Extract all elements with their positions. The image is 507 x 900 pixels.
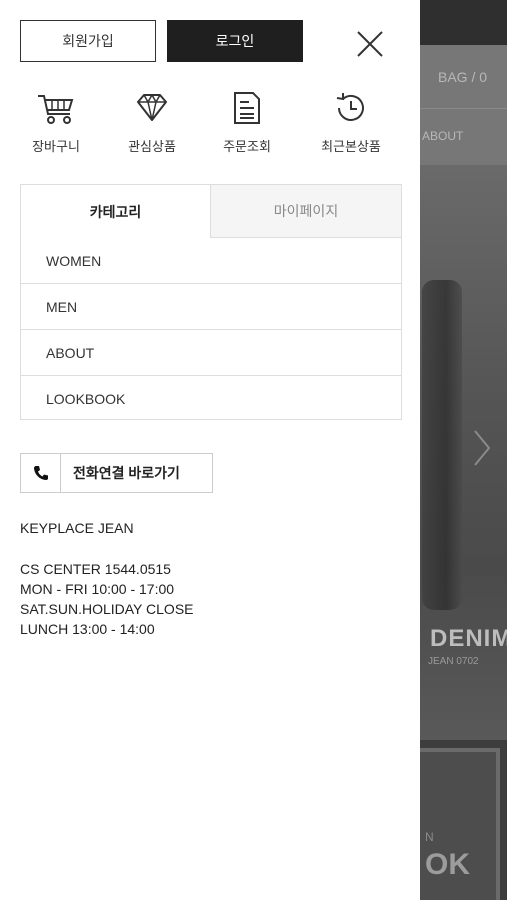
shortcut-orders-label: 주문조회: [223, 139, 271, 154]
bag-link[interactable]: BAG / 0: [438, 69, 487, 85]
shortcut-recent[interactable]: 최근본상품: [306, 90, 396, 155]
hero-image: [422, 280, 462, 610]
shortcut-cart-label: 장바구니: [32, 139, 80, 154]
cs-weekday-hours: MON - FRI 10:00 - 17:00: [20, 581, 175, 597]
menu-item-lookbook[interactable]: LOOKBOOK: [21, 375, 401, 421]
company-name: KEYPLACE JEAN: [20, 520, 134, 536]
cs-center: CS CENTER 1544.0515: [20, 561, 171, 577]
about-link[interactable]: ABOUT: [422, 129, 463, 143]
menu-tabs-panel: 카테고리 마이페이지 WOMEN MEN ABOUT LOOKBOOK: [20, 184, 402, 420]
shortcut-recent-label: 최근본상품: [321, 139, 381, 154]
hero-subtitle: JEAN 0702: [428, 656, 479, 667]
cs-closed-days: SAT.SUN.HOLIDAY CLOSE: [20, 601, 194, 617]
cs-lunch-hours: LUNCH 13:00 - 14:00: [20, 621, 155, 637]
menu-item-men[interactable]: MEN: [21, 283, 401, 329]
phone-icon: [21, 454, 61, 492]
side-drawer: 회원가입 로그인 장바구니 관심상품 주문조회 최근본상품 카테고리 마이페이지…: [0, 0, 420, 900]
tab-category[interactable]: 카테고리: [21, 185, 210, 238]
join-button[interactable]: 회원가입: [20, 20, 156, 62]
background-header: [420, 45, 507, 165]
hero-title: DENIM: [430, 625, 507, 652]
shortcut-wishlist[interactable]: 관심상품: [107, 90, 197, 155]
background-divider: [420, 108, 507, 109]
shortcut-orders[interactable]: 주문조회: [202, 90, 292, 155]
call-button-label: 전화연결 바로가기: [73, 465, 180, 481]
background-page: BAG / 0 ABOUT DENIM JEAN 0702 N OK: [420, 0, 507, 900]
lookbook-card-title: OK: [425, 848, 470, 881]
login-button[interactable]: 로그인: [167, 20, 303, 62]
lookbook-card-letter: N: [425, 830, 434, 844]
menu-item-about[interactable]: ABOUT: [21, 329, 401, 375]
diamond-icon: [137, 94, 167, 121]
menu-item-women[interactable]: WOMEN: [21, 238, 401, 283]
document-icon: [234, 92, 260, 124]
slider-next-icon[interactable]: [472, 428, 492, 473]
shortcut-cart[interactable]: 장바구니: [11, 90, 101, 155]
background-topbar: [420, 0, 507, 45]
shortcut-wishlist-label: 관심상품: [128, 139, 176, 154]
call-button[interactable]: 전화연결 바로가기: [20, 453, 213, 493]
history-icon: [336, 93, 364, 121]
close-icon[interactable]: [354, 28, 386, 60]
category-menu: WOMEN MEN ABOUT LOOKBOOK: [21, 238, 401, 421]
tab-mypage[interactable]: 마이페이지: [210, 185, 401, 238]
cart-icon: [38, 95, 74, 124]
